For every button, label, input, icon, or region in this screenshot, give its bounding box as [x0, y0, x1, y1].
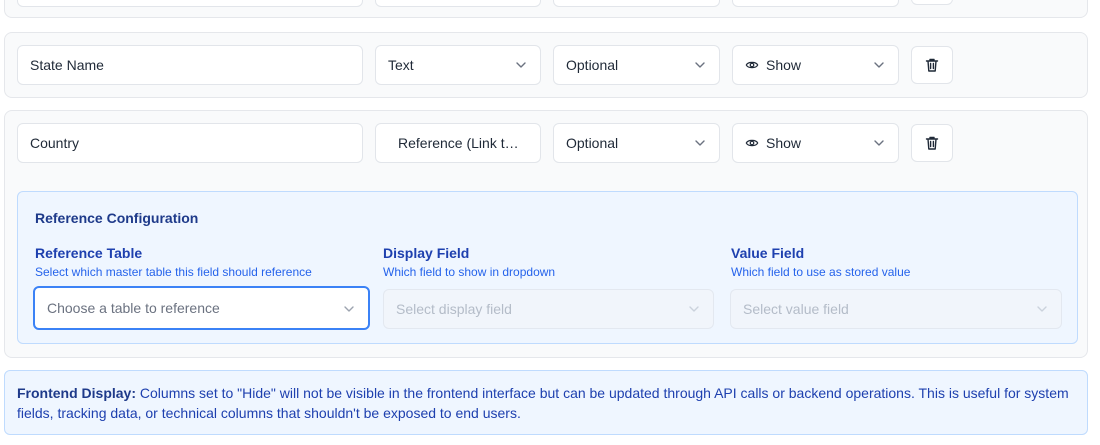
field-required-select[interactable]: Optional: [553, 45, 720, 85]
reference-table-placeholder: Choose a table to reference: [47, 300, 220, 316]
frontend-display-info: Frontend Display: Columns set to "Hide" …: [4, 370, 1088, 435]
field-row-card-partial: [4, 0, 1088, 18]
reference-table-select[interactable]: Choose a table to reference: [33, 286, 370, 330]
value-field-help: Which field to use as stored value: [731, 265, 911, 279]
field-visibility-select[interactable]: Show: [732, 45, 899, 85]
reference-table-help: Select which master table this field sho…: [35, 265, 312, 279]
reference-configuration-title: Reference Configuration: [35, 210, 199, 226]
field-type-value: Text: [388, 57, 414, 73]
field-name-value: State Name: [30, 57, 104, 73]
reference-configuration-panel: Reference Configuration Reference Table …: [17, 191, 1078, 344]
field-required-value: Optional: [566, 57, 619, 73]
delete-field-button[interactable]: [911, 124, 953, 162]
value-field-placeholder: Select value field: [743, 301, 849, 317]
chevron-down-icon: [874, 62, 884, 68]
field-row-card: State Name Text Optional Show: [4, 32, 1088, 98]
chevron-down-icon: [344, 306, 354, 312]
delete-field-button-partial[interactable]: [911, 0, 953, 5]
chevron-down-icon: [695, 140, 705, 146]
display-field-help: Which field to show in dropdown: [383, 265, 556, 279]
delete-field-button[interactable]: [911, 46, 953, 84]
field-visibility-value: Show: [766, 57, 802, 73]
value-field-label: Value Field: [731, 245, 805, 261]
field-name-value: Country: [30, 135, 80, 151]
field-type-select[interactable]: Text: [375, 45, 541, 85]
info-heading: Frontend Display:: [17, 385, 137, 401]
field-name-input-partial[interactable]: [17, 0, 363, 7]
field-visibility-value: Show: [766, 135, 802, 151]
display-field-select[interactable]: Select display field: [383, 289, 714, 329]
field-required-select-partial[interactable]: [553, 0, 720, 7]
field-name-input[interactable]: State Name: [17, 45, 363, 85]
field-visibility-select[interactable]: Show: [732, 123, 899, 163]
chevron-down-icon: [516, 62, 526, 68]
display-field-label: Display Field: [383, 245, 470, 261]
field-visibility-select-partial[interactable]: [732, 0, 899, 7]
field-row-card: Country Reference (Link to... Optional S…: [4, 110, 1088, 358]
eye-icon: [745, 61, 759, 69]
chevron-down-icon: [874, 140, 884, 146]
reference-table-label: Reference Table: [35, 245, 143, 261]
eye-icon: [745, 139, 759, 147]
info-text: Columns set to "Hide" will not be visibl…: [17, 385, 1069, 421]
field-type-select-partial[interactable]: [375, 0, 541, 7]
field-required-value: Optional: [566, 135, 619, 151]
field-name-input[interactable]: Country: [17, 123, 363, 163]
chevron-down-icon: [1037, 306, 1047, 312]
field-type-select[interactable]: Reference (Link to...: [375, 123, 541, 163]
chevron-down-icon: [695, 62, 705, 68]
field-required-select[interactable]: Optional: [553, 123, 720, 163]
chevron-down-icon: [689, 306, 699, 312]
trash-icon: [925, 136, 939, 150]
value-field-select[interactable]: Select value field: [730, 289, 1062, 329]
field-type-value: Reference (Link to...: [398, 135, 520, 151]
trash-icon: [925, 58, 939, 72]
display-field-placeholder: Select display field: [396, 301, 512, 317]
